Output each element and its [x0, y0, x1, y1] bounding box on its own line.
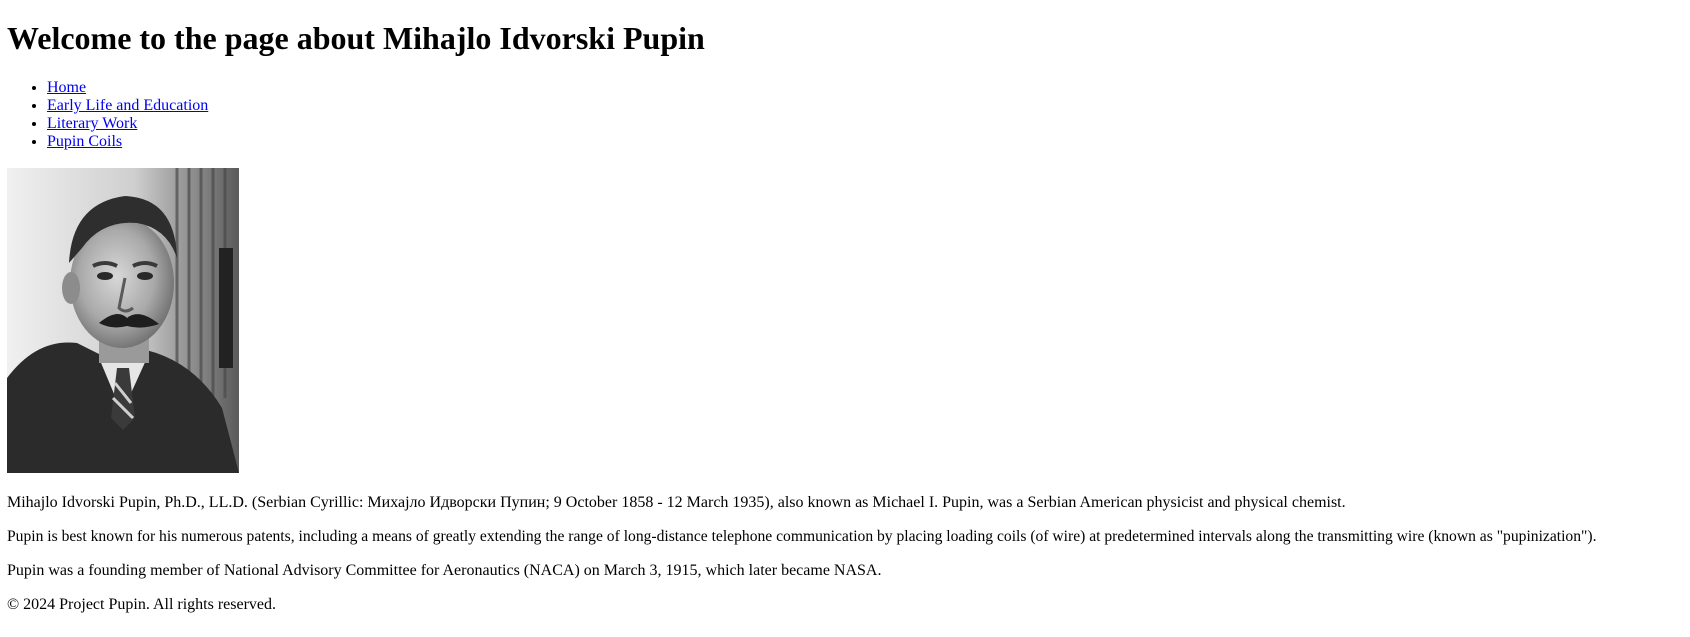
nav-link-home[interactable]: Home	[47, 79, 86, 96]
nav-item-home: Home	[47, 79, 208, 97]
nav-item-pupin-coils: Pupin Coils	[47, 133, 208, 151]
nav-list: Home Early Life and Education Literary W…	[7, 79, 208, 151]
nav-link-pupin-coils[interactable]: Pupin Coils	[47, 133, 122, 150]
portrait-image	[7, 168, 239, 473]
nav-item-literary-work: Literary Work	[47, 115, 208, 133]
patents-paragraph: Pupin is best known for his numerous pat…	[7, 528, 1597, 545]
intro-paragraph: Mihajlo Idvorski Pupin, Ph.D., LL.D. (Se…	[7, 494, 1346, 511]
page-title: Welcome to the page about Mihajlo Idvors…	[7, 20, 705, 56]
naca-paragraph: Pupin was a founding member of National …	[7, 562, 882, 579]
nav-link-literary-work[interactable]: Literary Work	[47, 115, 137, 132]
nav-link-early-life[interactable]: Early Life and Education	[47, 97, 208, 114]
portrait-illustration	[7, 168, 239, 473]
footer-copyright: © 2024 Project Pupin. All rights reserve…	[7, 596, 277, 613]
nav-item-early-life: Early Life and Education	[47, 97, 208, 115]
